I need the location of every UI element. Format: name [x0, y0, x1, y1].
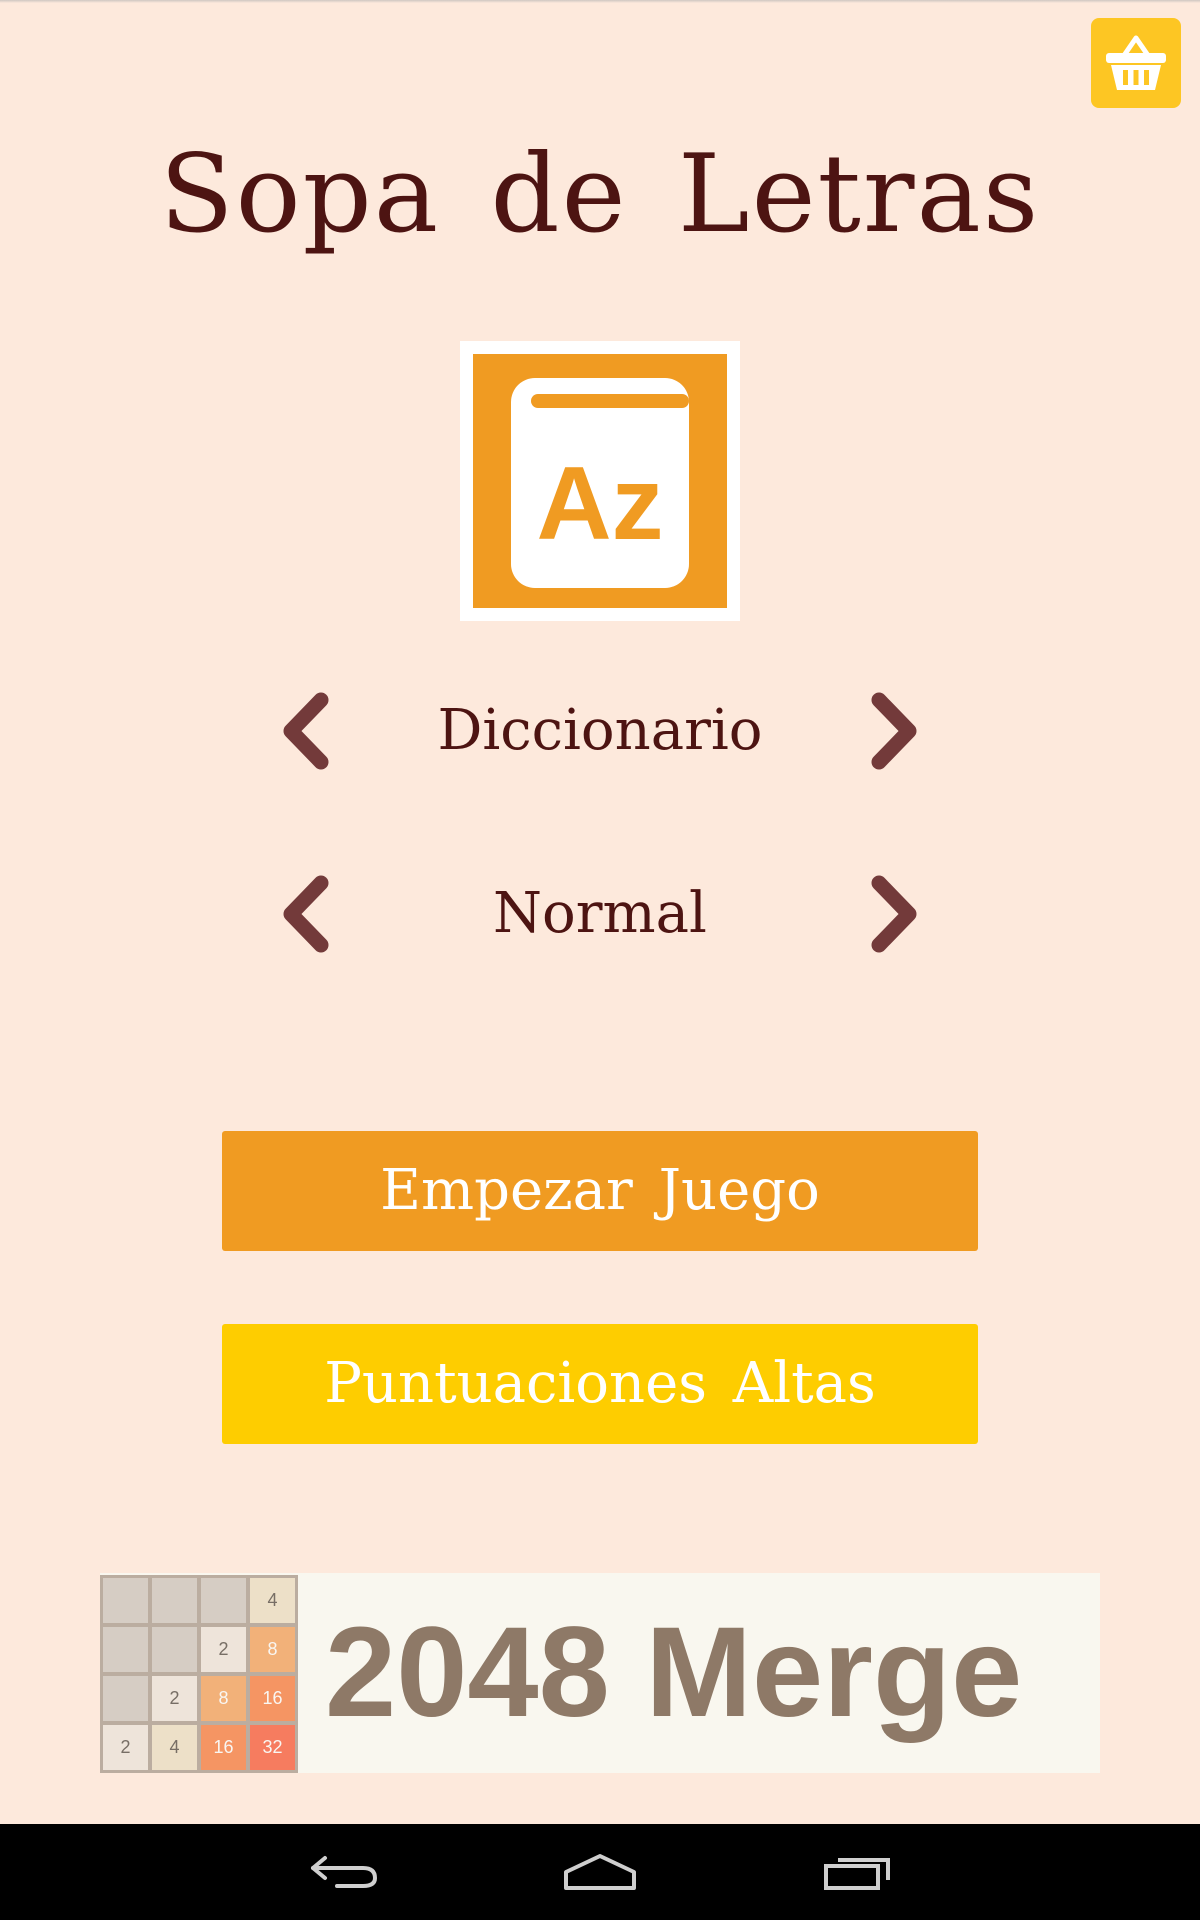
chevron-left-icon	[283, 875, 329, 953]
difficulty-label: Normal	[493, 881, 707, 946]
chevron-right-icon	[871, 692, 917, 770]
ad-banner[interactable]: 4 2 8 2 8 16 2 4 16 32 2048 Merge	[100, 1573, 1100, 1773]
page-title: Sopa de Letras	[159, 132, 1041, 257]
shopping-basket-icon	[1106, 35, 1166, 90]
ad-grid-tile	[201, 1578, 246, 1623]
ad-grid-tile: 2	[103, 1725, 148, 1770]
dictionary-az-icon: Az	[511, 378, 689, 588]
chevron-left-icon	[283, 692, 329, 770]
chevron-right-icon	[871, 875, 917, 953]
back-button[interactable]	[264, 1824, 424, 1920]
top-edge	[0, 0, 1200, 3]
category-next-button[interactable]	[860, 681, 930, 781]
navigation-bar	[0, 1824, 1200, 1920]
ad-grid-tile: 16	[250, 1676, 295, 1721]
category-image: Az	[460, 341, 740, 621]
difficulty-prev-button[interactable]	[270, 864, 340, 964]
ad-grid-tile: 4	[250, 1578, 295, 1623]
ad-grid-tile	[152, 1627, 197, 1672]
shop-button[interactable]	[1091, 18, 1181, 108]
az-letters: Az	[536, 446, 663, 562]
ad-grid-tile	[103, 1627, 148, 1672]
start-game-button[interactable]: Empezar Juego	[222, 1131, 978, 1251]
ad-grid-tile: 2	[201, 1627, 246, 1672]
back-icon	[311, 1856, 378, 1888]
ad-grid-tile	[103, 1676, 148, 1721]
ad-grid-tile: 2	[152, 1676, 197, 1721]
ad-grid-tile: 8	[250, 1627, 295, 1672]
recent-apps-icon	[824, 1858, 890, 1890]
home-icon	[564, 1854, 636, 1890]
difficulty-next-button[interactable]	[860, 864, 930, 964]
ad-grid-tile: 16	[201, 1725, 246, 1770]
category-selector: Diccionario	[270, 681, 930, 781]
ad-grid-tile: 8	[201, 1676, 246, 1721]
ad-grid-tile	[103, 1578, 148, 1623]
recent-apps-button[interactable]	[778, 1824, 938, 1920]
ad-game-grid: 4 2 8 2 8 16 2 4 16 32	[100, 1575, 298, 1773]
ad-grid-tile: 32	[250, 1725, 295, 1770]
difficulty-selector: Normal	[270, 864, 930, 964]
home-button[interactable]	[520, 1824, 680, 1920]
ad-title: 2048 Merge	[325, 1601, 1023, 1744]
ad-grid-tile	[152, 1578, 197, 1623]
ad-grid-tile: 4	[152, 1725, 197, 1770]
high-scores-button[interactable]: Puntuaciones Altas	[222, 1324, 978, 1444]
category-label: Diccionario	[437, 698, 763, 763]
category-prev-button[interactable]	[270, 681, 340, 781]
